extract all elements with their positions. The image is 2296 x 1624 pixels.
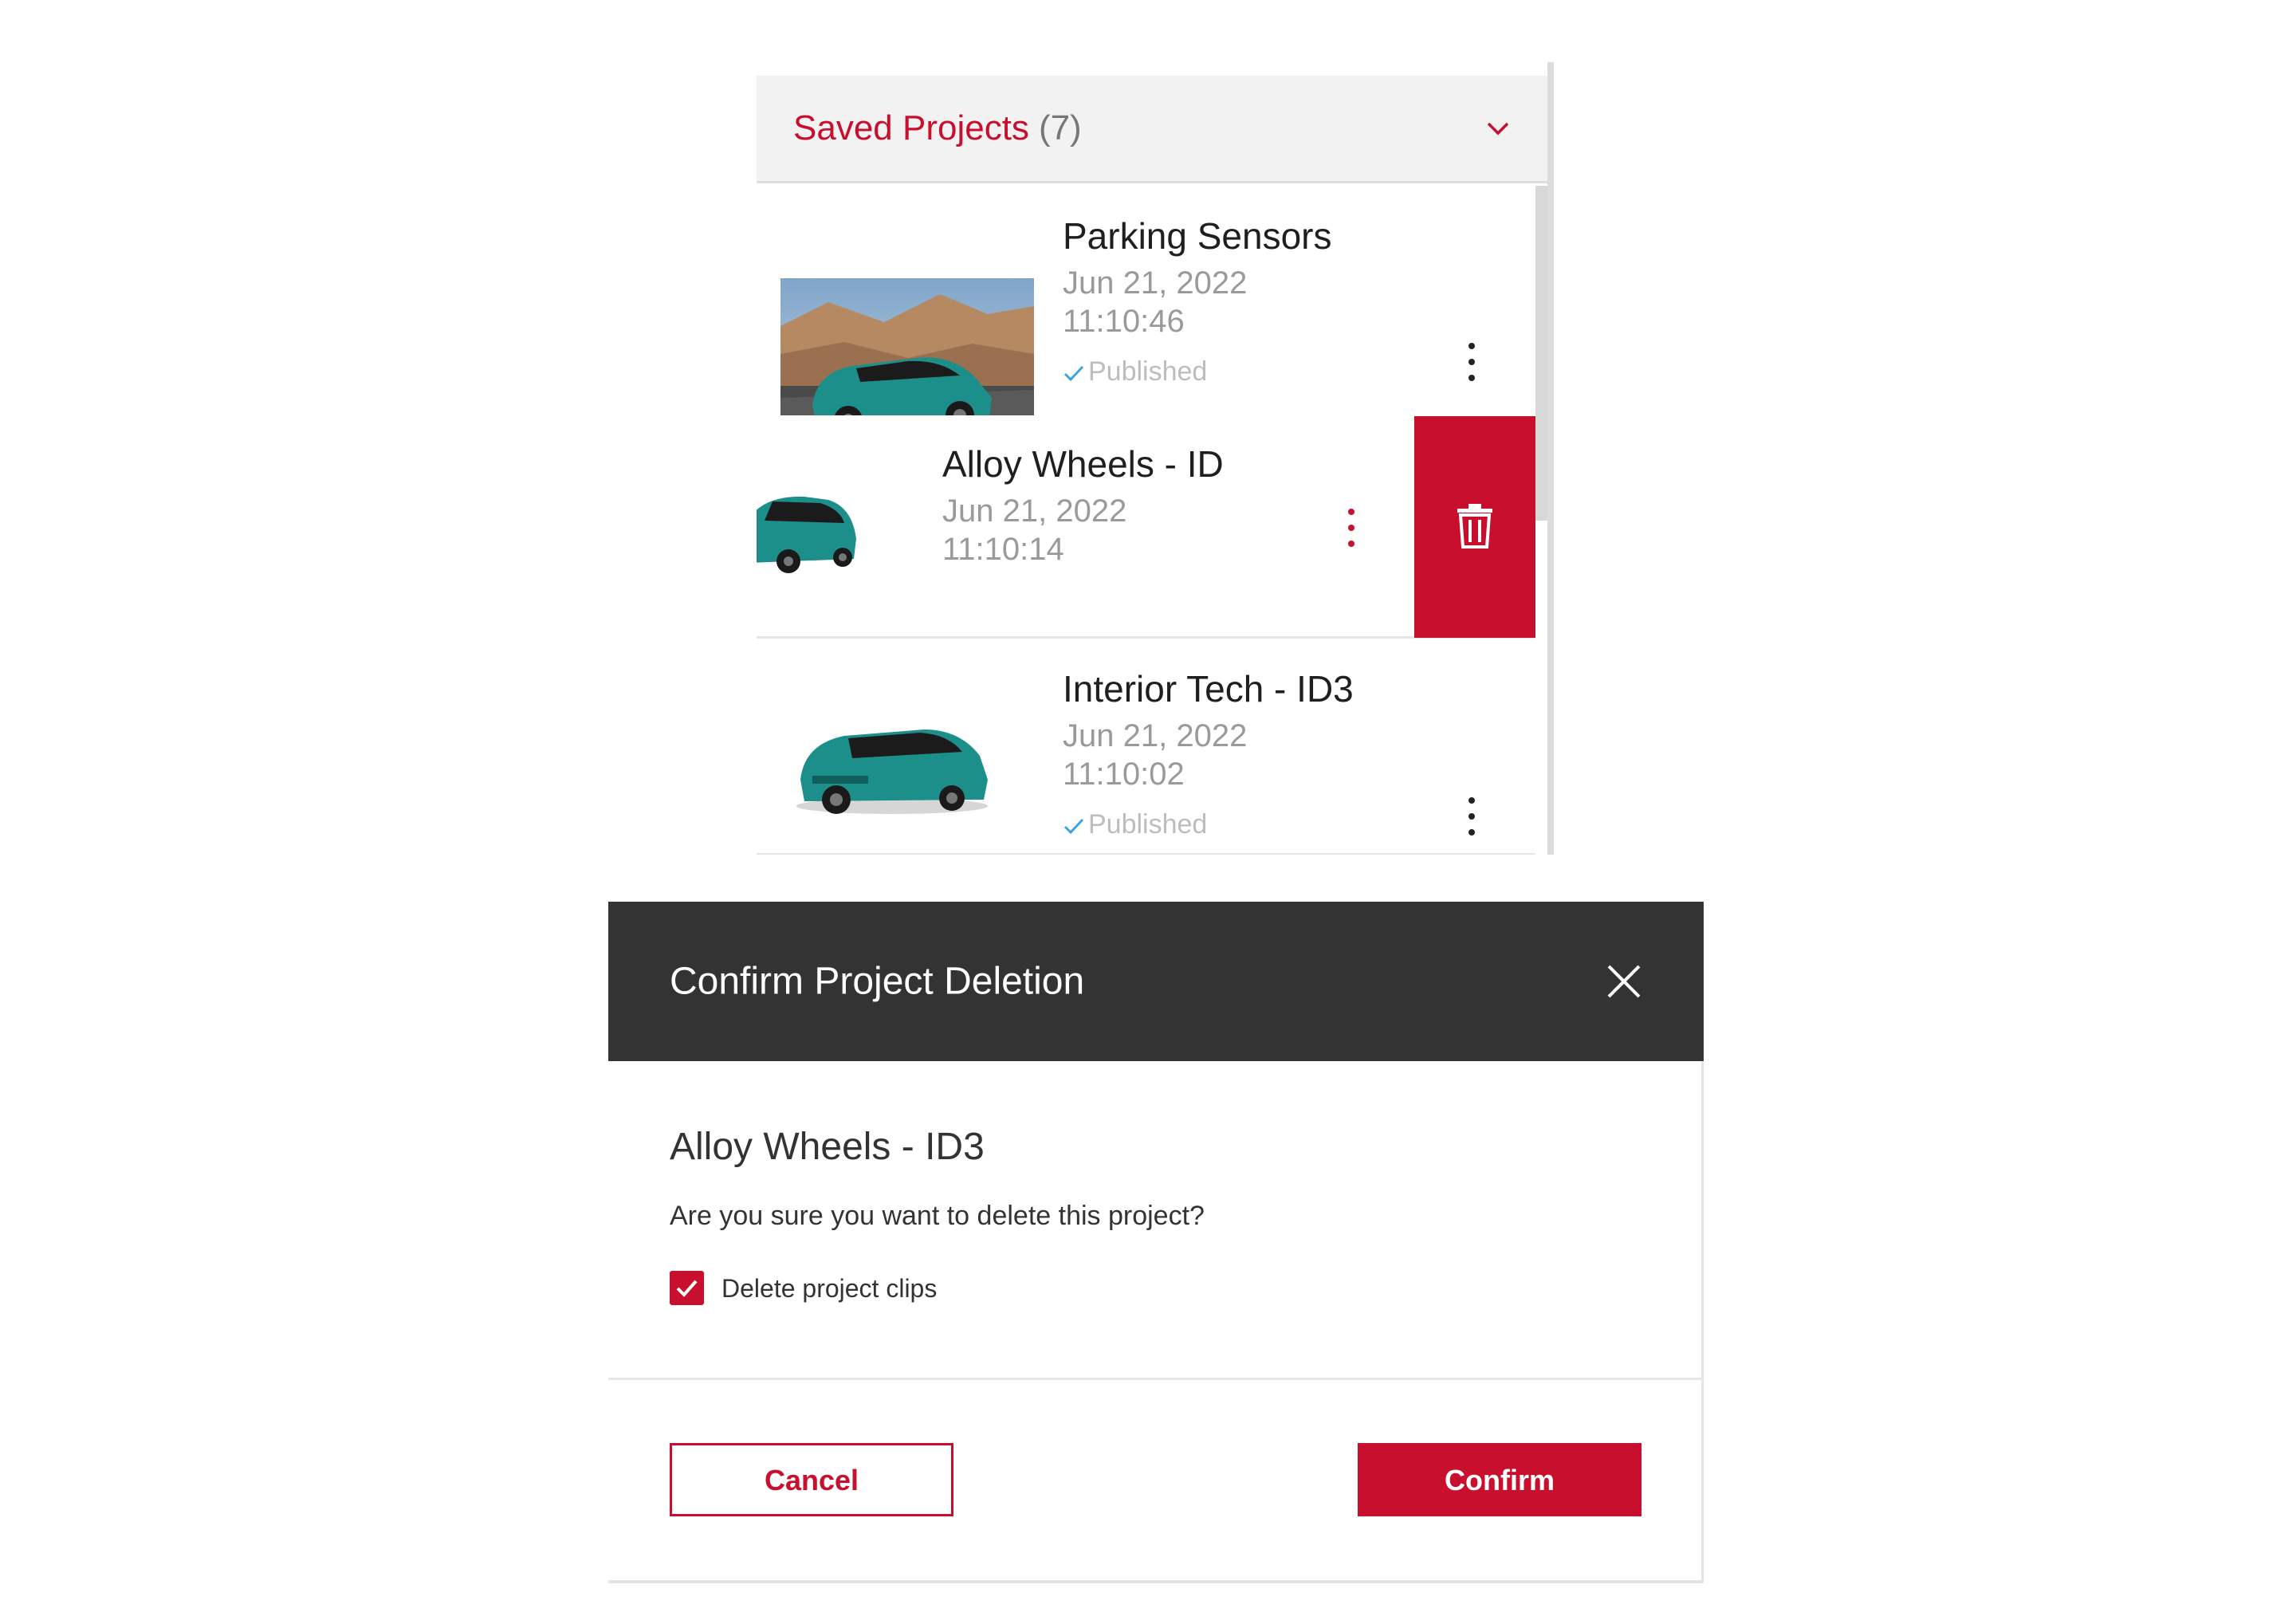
more-options-icon[interactable]	[1464, 340, 1480, 387]
delete-clips-checkbox[interactable]	[670, 1271, 704, 1305]
published-status: Published	[1063, 356, 1207, 387]
checkmark-icon	[676, 1280, 698, 1297]
project-title: Parking Sensors	[1063, 215, 1332, 257]
project-time: 11:10:14	[942, 532, 1064, 567]
divider	[608, 1378, 1704, 1380]
project-date: Jun 21, 2022	[942, 493, 1127, 529]
project-date: Jun 21, 2022	[1063, 265, 1248, 301]
confirm-deletion-dialog: Confirm Project Deletion Alloy Wheels - …	[608, 902, 1704, 1583]
project-thumbnail	[757, 463, 868, 591]
confirm-button[interactable]: Confirm	[1358, 1443, 1641, 1516]
project-title: Interior Tech - ID3	[1063, 668, 1354, 710]
dialog-header: Confirm Project Deletion	[608, 902, 1704, 1061]
delete-project-button[interactable]	[1414, 416, 1535, 638]
checkmark-icon	[1063, 365, 1084, 382]
project-row[interactable]: Interior Tech - ID3 Jun 21, 2022 11:10:0…	[757, 640, 1535, 855]
confirmation-question: Are you sure you want to delete this pro…	[670, 1201, 1205, 1231]
project-time: 11:10:46	[1063, 304, 1185, 339]
panel-title-text: Saved Projects	[793, 108, 1029, 147]
project-count: (7)	[1038, 108, 1082, 147]
project-title: Alloy Wheels - ID	[942, 443, 1224, 485]
project-date: Jun 21, 2022	[1063, 718, 1248, 753]
project-thumbnail	[788, 688, 996, 824]
published-status: Published	[1063, 809, 1207, 840]
status-text: Published	[1088, 356, 1208, 387]
more-options-icon[interactable]	[1464, 794, 1480, 842]
checkbox-label: Delete project clips	[721, 1274, 938, 1303]
project-time: 11:10:02	[1063, 757, 1185, 792]
more-options-icon[interactable]	[1343, 505, 1359, 553]
dialog-title: Confirm Project Deletion	[670, 960, 1085, 1003]
panel-title: Saved Projects (7)	[793, 108, 1082, 148]
trash-icon	[1457, 504, 1492, 549]
status-text: Published	[1088, 809, 1208, 840]
saved-projects-header[interactable]: Saved Projects (7)	[757, 76, 1547, 183]
scrollbar[interactable]	[1535, 186, 1547, 521]
cancel-button[interactable]: Cancel	[670, 1443, 953, 1516]
project-name: Alloy Wheels - ID3	[670, 1126, 985, 1168]
checkmark-icon	[1063, 818, 1084, 835]
chevron-down-icon[interactable]	[1484, 114, 1512, 143]
stage: Saved Projects (7) Parking Sensors Jun 2…	[0, 0, 2296, 1624]
saved-projects-panel: Saved Projects (7) Parking Sensors Jun 2…	[757, 62, 1554, 855]
close-icon[interactable]	[1606, 964, 1641, 999]
